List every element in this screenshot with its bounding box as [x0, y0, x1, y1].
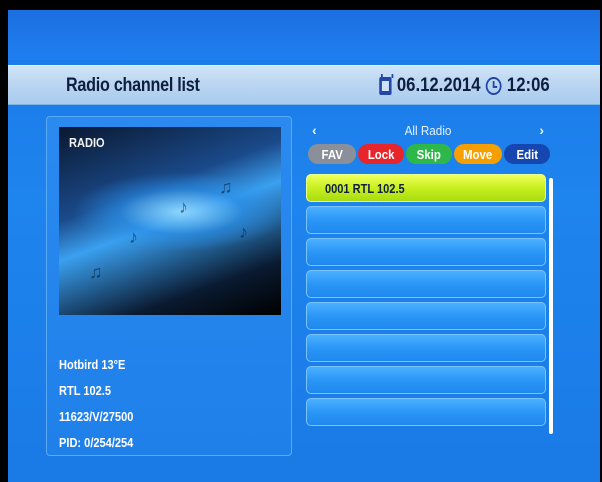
transponder-info: 11623/V/27500: [59, 409, 134, 424]
time-text: 12:06: [507, 75, 550, 96]
edit-button[interactable]: Edit: [504, 144, 550, 164]
music-note-icon: ♪: [129, 227, 138, 247]
fav-button-label: FAV: [321, 146, 343, 162]
lock-button[interactable]: Lock: [358, 144, 404, 164]
clock-icon: [486, 77, 502, 95]
satellite-info: Hotbird 13°E: [59, 357, 126, 372]
chevron-right-icon[interactable]: ›: [535, 122, 548, 138]
date-text: 06.12.2014: [397, 75, 481, 96]
preview-label: RADIO: [69, 135, 105, 150]
scrollbar[interactable]: [549, 178, 553, 434]
music-note-icon: ♪: [239, 222, 248, 242]
edit-button-label: Edit: [516, 146, 538, 162]
music-note-icon: ♫: [89, 262, 103, 282]
calendar-icon: [379, 74, 394, 95]
fav-button[interactable]: FAV: [308, 144, 356, 164]
chevron-left-icon[interactable]: ‹: [308, 122, 321, 138]
music-note-icon: ♫: [219, 177, 233, 197]
music-note-icon: ♪: [179, 197, 188, 217]
channel-row-label: 0001 RTL 102.5: [325, 180, 405, 196]
channel-row[interactable]: [306, 238, 546, 266]
skip-button[interactable]: Skip: [406, 144, 452, 164]
group-nav: ‹ All Radio ›: [308, 118, 548, 142]
channel-list: 0001 RTL 102.5: [306, 174, 546, 430]
channel-row[interactable]: [306, 302, 546, 330]
channel-row[interactable]: [306, 334, 546, 362]
move-button[interactable]: Move: [454, 144, 502, 164]
radio-preview-image: RADIO ♪ ♫ ♪ ♫ ♪: [59, 127, 281, 315]
top-band: [8, 10, 600, 60]
channel-row[interactable]: [306, 366, 546, 394]
pid-info: PID: 0/254/254: [59, 435, 134, 450]
channel-row[interactable]: 0001 RTL 102.5: [306, 174, 546, 202]
channel-info-panel: RADIO ♪ ♫ ♪ ♫ ♪ Hotbird 13°E RTL 102.5 1…: [46, 116, 292, 456]
function-buttons: FAV Lock Skip Move Edit: [308, 144, 550, 164]
channel-row[interactable]: [306, 270, 546, 298]
page-title: Radio channel list: [66, 75, 200, 96]
header-bar: Radio channel list 06.12.2014 12:06: [8, 65, 600, 105]
channel-row[interactable]: [306, 398, 546, 426]
lock-button-label: Lock: [367, 146, 395, 162]
channel-row[interactable]: [306, 206, 546, 234]
datetime: 06.12.2014 12:06: [379, 74, 550, 97]
group-name: All Radio: [404, 122, 452, 138]
channel-name-info: RTL 102.5: [59, 383, 112, 398]
move-button-label: Move: [463, 146, 493, 162]
screen: Radio channel list 06.12.2014 12:06 RADI…: [8, 10, 600, 482]
skip-button-label: Skip: [416, 146, 442, 162]
